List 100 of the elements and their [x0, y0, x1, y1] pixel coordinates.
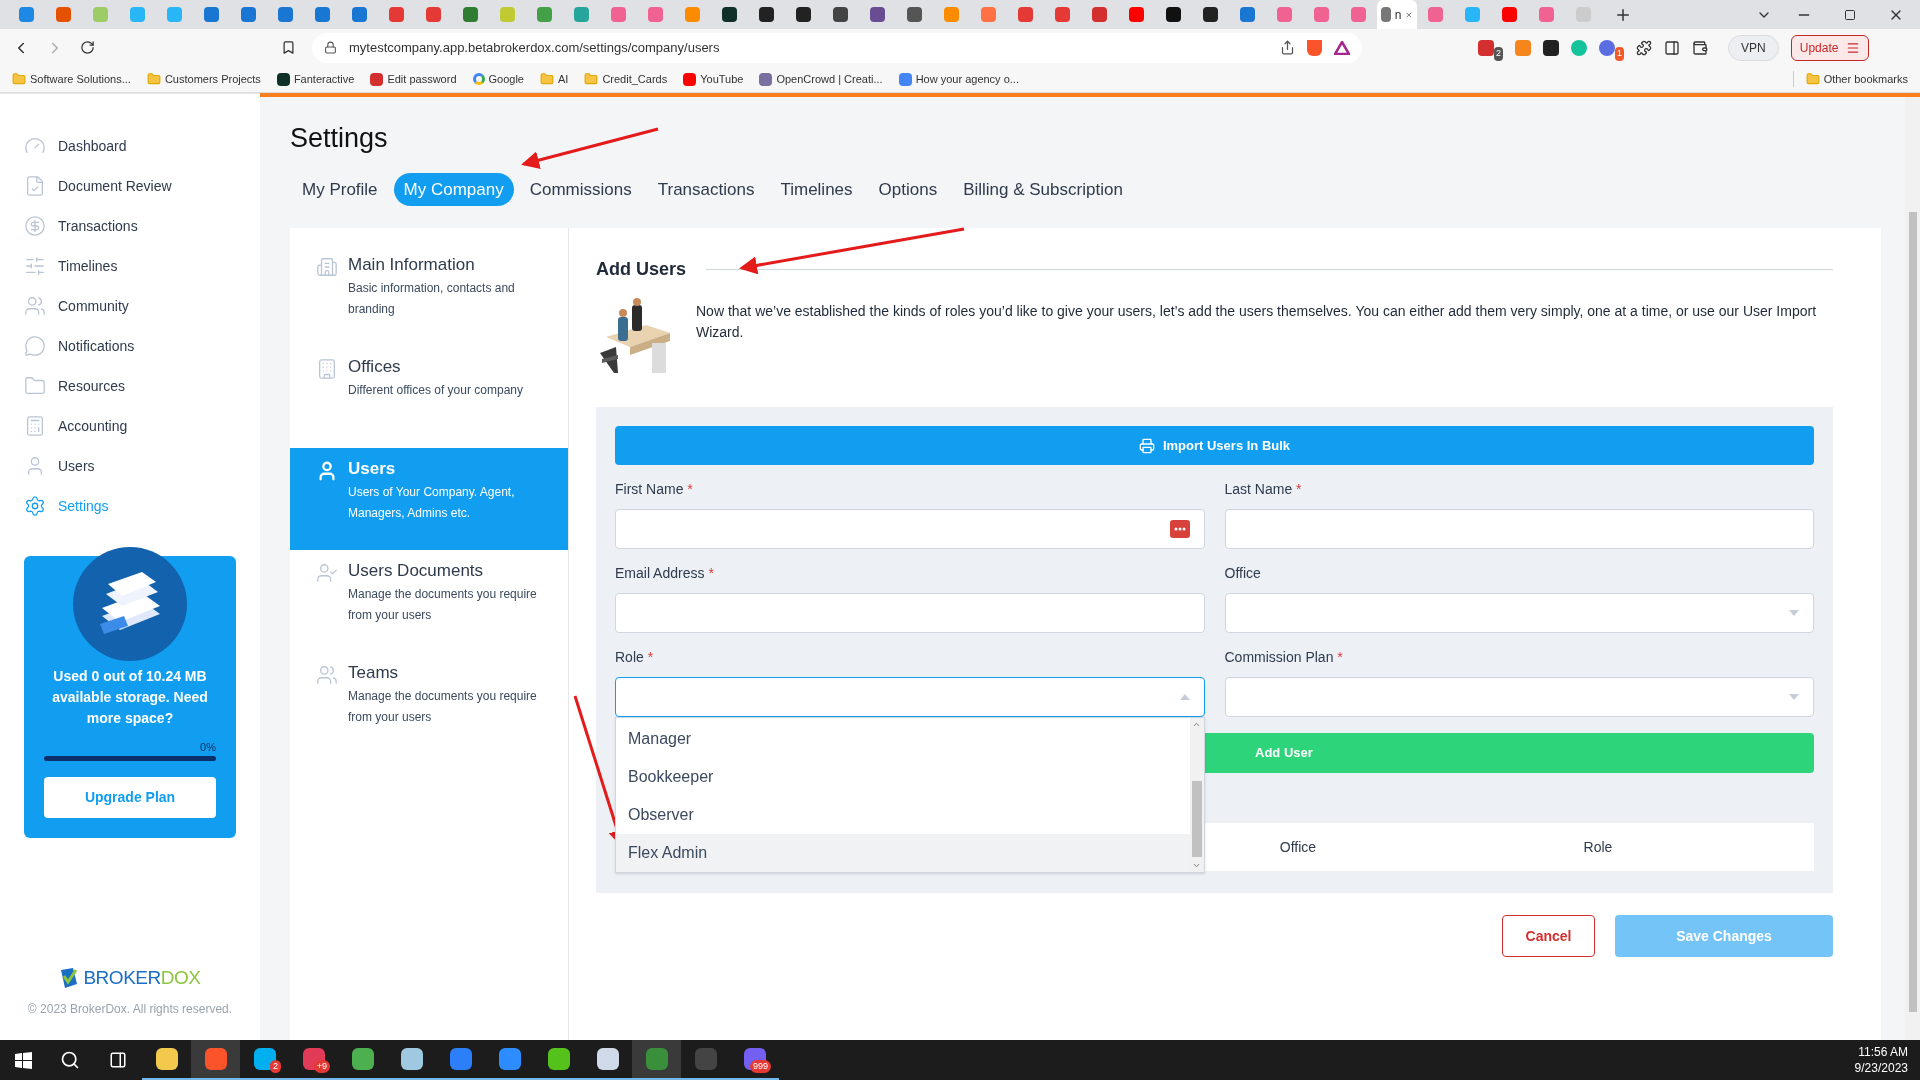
sidebar-item[interactable]: Document Review [24, 174, 260, 198]
bookmark[interactable]: Software Solutions... [12, 70, 131, 88]
bookmark[interactable]: OpenCrowd | Creati... [759, 70, 883, 88]
settings-tab[interactable]: Commissions [519, 173, 642, 206]
menu-item-description: Users of Your Company. Agent, Managers, Admins etc. [348, 483, 516, 522]
menu-item-title: Offices [348, 356, 402, 378]
people-icon [24, 295, 46, 317]
windows-icon[interactable] [14, 1051, 32, 1069]
sidebar-item[interactable]: Users [24, 454, 260, 478]
wallet-icon[interactable] [1692, 39, 1709, 56]
vpn-button[interactable]: VPN [1728, 34, 1779, 61]
settings-menu-item[interactable]: Users Documents Manage the documents you require from your users [290, 550, 568, 652]
share-icon[interactable] [1280, 40, 1295, 55]
google-icon [472, 73, 485, 85]
restore-icon[interactable] [1844, 8, 1856, 21]
settings-tab[interactable]: My Profile [292, 173, 388, 206]
folder-icon [584, 72, 599, 86]
taskbar-app[interactable]: 999 [730, 1040, 779, 1080]
menu-item-description: Different offices of your company [348, 381, 523, 399]
scroll-up-icon[interactable] [1192, 720, 1201, 729]
side-panel-icon[interactable] [1664, 39, 1681, 56]
settings-tab[interactable]: Timelines [770, 173, 863, 206]
reload-icon[interactable] [80, 40, 95, 55]
bookmark[interactable]: How your agency o... [898, 70, 1019, 88]
puzzle-icon[interactable] [1636, 39, 1653, 56]
bookmark[interactable]: Other bookmarks [1792, 70, 1908, 88]
bookmark-icon[interactable] [281, 40, 296, 55]
settings-menu-item[interactable]: Offices Different offices of your company [290, 346, 568, 448]
sidebar-item[interactable]: Accounting [24, 414, 260, 438]
folder-icon [1805, 72, 1820, 86]
update-button[interactable]: Update [1790, 34, 1870, 61]
menu-item-title: Main Information [348, 254, 476, 276]
address-bar[interactable]: mytestcompany.app.betabrokerdox.com/settings/company/users [312, 32, 1362, 63]
notification-badge: 999 [749, 1060, 771, 1073]
menu-item-title: Users [348, 458, 397, 480]
select-field[interactable] [615, 677, 1205, 717]
percent-label: 0% [200, 740, 216, 755]
page-scrollbar[interactable] [1905, 93, 1920, 1040]
section-title: Add Users [596, 258, 687, 281]
sidebar-item[interactable]: Timelines [24, 254, 260, 278]
bookmark[interactable]: Fanteractive [276, 70, 355, 88]
triangle-icon[interactable] [1334, 40, 1350, 55]
input-field[interactable] [1224, 509, 1814, 549]
sidebar-item[interactable]: Notifications [24, 334, 260, 358]
sidebar-item[interactable]: Transactions [24, 214, 260, 238]
folder-icon [24, 375, 46, 397]
browser-tab[interactable]: n [1377, 0, 1417, 29]
bookmark[interactable]: Credit_Cards [584, 70, 668, 88]
task-view-icon[interactable] [109, 1051, 127, 1069]
column-header: Role [1582, 837, 1614, 857]
select-field[interactable] [1224, 593, 1814, 633]
sidebar-item[interactable]: Resources [24, 374, 260, 398]
sliders-icon [24, 255, 46, 277]
tab-title: n [1394, 6, 1402, 24]
sidebar-item[interactable]: Community [24, 294, 260, 318]
cancel-button[interactable]: Cancel [1502, 915, 1595, 957]
taskbar-app[interactable]: +9 [289, 1040, 338, 1080]
dropdown-option[interactable]: Flex Admin [616, 834, 1190, 872]
settings-tab[interactable]: Transactions [647, 173, 765, 206]
field-label: First Name * [615, 480, 693, 499]
input-field[interactable] [615, 509, 1205, 549]
dollar-icon [24, 215, 46, 237]
caret-down-icon [1789, 694, 1799, 700]
copyright-text: © 2023 BrokerDox. All rights reserved. [26, 1001, 234, 1018]
bookmark[interactable]: Customers Projects [146, 70, 261, 88]
settings-menu-item[interactable]: Teams Manage the documents you require from your users [290, 652, 568, 754]
taskbar-app[interactable]: 2 [240, 1040, 289, 1080]
menu-item-description: Manage the documents you require from your users [348, 585, 538, 624]
intro-text: Now that we’ve established the kinds of roles you’d like to give your users, let’s add the users themselves. You can either add them very simply, one at a time, or use our User Import Wizard. [696, 302, 1818, 342]
scroll-down-icon[interactable] [1192, 861, 1201, 870]
taskbar-app[interactable] [191, 1040, 240, 1080]
brokerdox-logo: BROKERDOX [0, 963, 260, 992]
bookmark[interactable]: Google [472, 70, 524, 88]
save-changes-button: Save Changes [1615, 915, 1833, 957]
taskbar-app[interactable] [632, 1040, 681, 1080]
settings-tab[interactable]: Billing & Subscription [953, 173, 1133, 206]
settings-tab[interactable]: Options [868, 173, 948, 206]
settings-menu-item[interactable]: Main Information Basic information, contacts and branding [290, 244, 568, 346]
menu-item-description: Manage the documents you require from your users [348, 687, 538, 726]
sidebar-item[interactable]: Dashboard [24, 134, 260, 158]
bookmark[interactable]: YouTube [683, 70, 744, 88]
people-icon [316, 664, 338, 686]
lock-icon [324, 41, 337, 54]
extension-icon[interactable] [1543, 39, 1559, 56]
fox-icon[interactable] [1515, 39, 1531, 56]
menu-item-title: Teams [348, 662, 400, 684]
bookmark[interactable]: AI [540, 70, 569, 88]
folder-icon [540, 72, 554, 86]
input-field[interactable] [615, 593, 1205, 633]
building-icon [316, 256, 338, 278]
field-label: Commission Plan * [1224, 648, 1343, 667]
select-field[interactable] [1224, 677, 1814, 717]
bookmark[interactable]: Edit password [370, 70, 457, 88]
search-icon[interactable] [60, 1050, 80, 1070]
chat-icon [24, 335, 46, 357]
password-manager-icon[interactable] [1169, 520, 1190, 538]
field-label: Office [1224, 564, 1261, 583]
menu-icon [1846, 40, 1861, 55]
office-icon [316, 358, 338, 380]
field-label: Last Name * [1224, 480, 1302, 499]
